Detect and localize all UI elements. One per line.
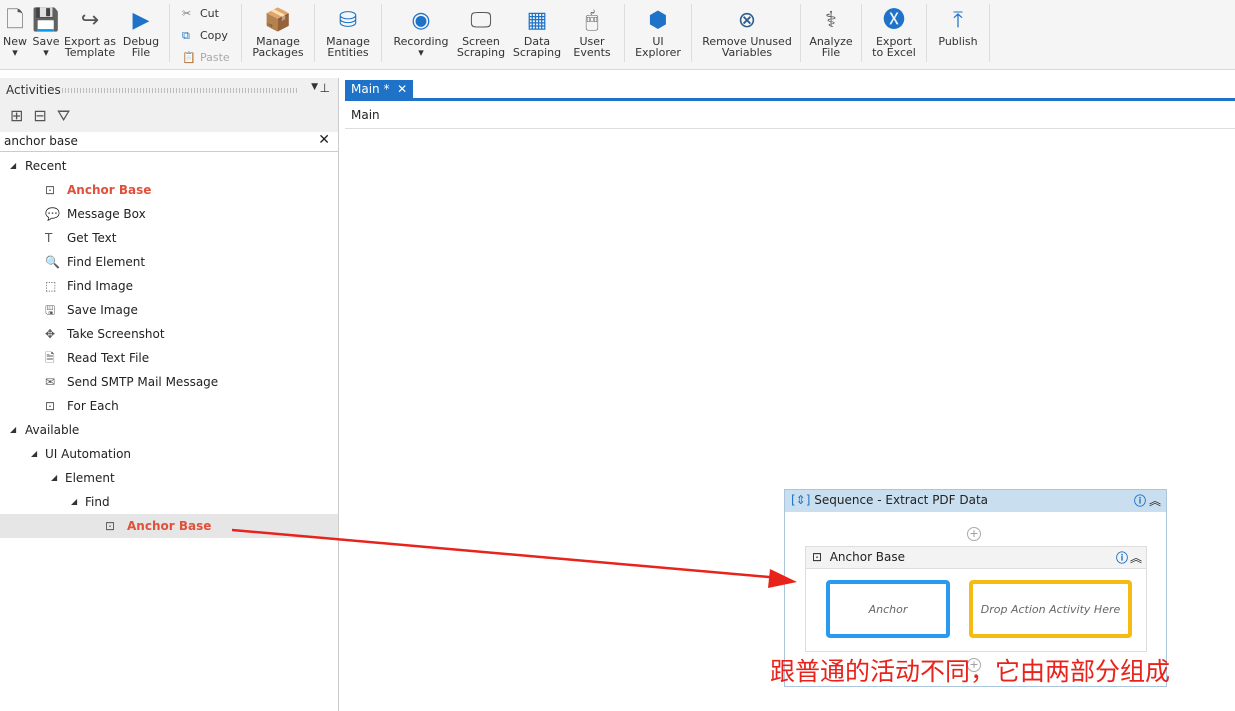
annotation-arrow: [231, 528, 797, 588]
annotation-text: 跟普通的活动不同，它由两部分组成: [770, 657, 1171, 686]
